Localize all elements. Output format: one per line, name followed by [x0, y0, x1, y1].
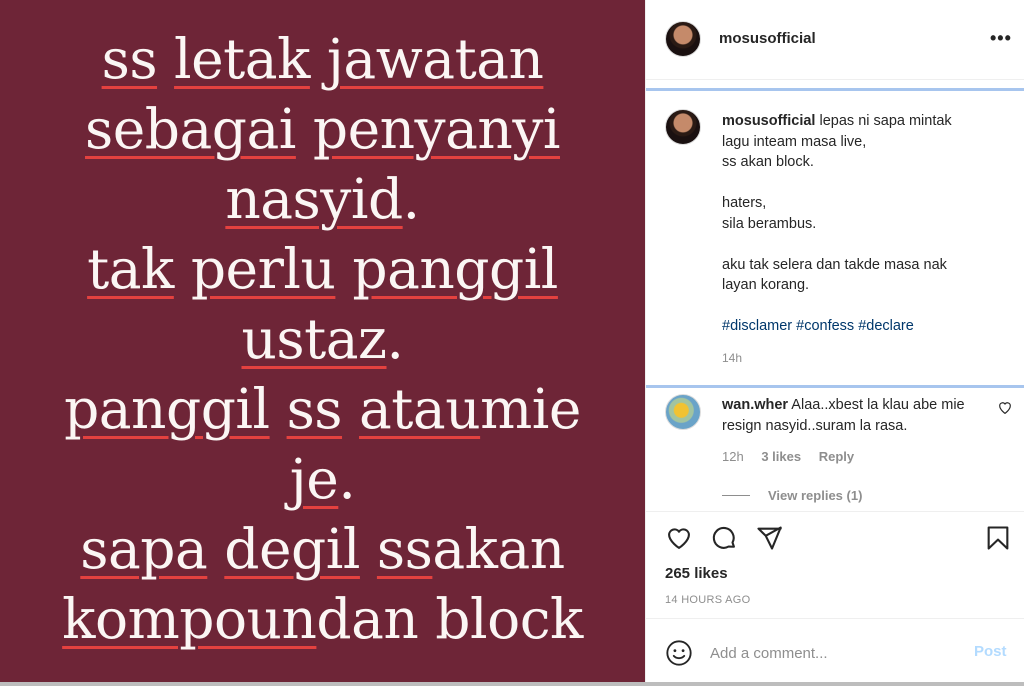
post-image-text: ss letak jawatan sebagai penyanyi nasyid. t…	[0, 24, 645, 654]
image-text-word: degil	[224, 517, 360, 581]
image-text-word: panggil	[352, 237, 558, 301]
image-text-line: panggil ss atau mie	[0, 374, 645, 444]
comment-avatar[interactable]	[665, 394, 701, 430]
image-text-line: kompoun dan block	[0, 584, 645, 654]
comment-like-heart-icon[interactable]	[998, 401, 1012, 417]
image-text-line: sebagai penyanyi	[0, 94, 645, 164]
image-text-word: je	[289, 447, 339, 511]
image-text-line: ss letak jawatan	[0, 24, 645, 94]
image-text-line: tak perlu panggil	[0, 234, 645, 304]
image-text-word: panggil	[64, 377, 270, 441]
like-heart-icon[interactable]	[665, 524, 693, 552]
comment-username[interactable]: wan.wher	[722, 397, 788, 413]
image-text-word	[157, 24, 174, 94]
image-text-word: jawatan	[326, 27, 544, 91]
image-text-line: sapa degil ss akan	[0, 514, 645, 584]
image-text-word: letak	[174, 27, 310, 91]
image-text-word	[207, 514, 224, 584]
image-text-word	[270, 374, 287, 444]
image-text-word	[296, 94, 313, 164]
header-username[interactable]: mosusofficial	[719, 30, 816, 47]
bookmark-icon[interactable]	[984, 524, 1012, 552]
comment-meta: 12h 3 likes Reply	[722, 449, 868, 464]
image-text-word: dan block	[316, 587, 583, 651]
image-text-word: .	[402, 167, 420, 231]
image-text-word: .	[338, 447, 356, 511]
image-text-word	[310, 24, 327, 94]
caption-hashtags[interactable]: #disclamer #confess #declare	[722, 318, 914, 334]
image-text-word: akan	[432, 517, 565, 581]
comment-likes-count[interactable]: 3 likes	[761, 449, 801, 464]
image-text-word: ustaz	[241, 307, 387, 371]
caption-timestamp: 14h	[722, 351, 743, 365]
avatar[interactable]	[665, 21, 701, 57]
image-text-word: penyanyi	[312, 97, 561, 161]
replies-dash	[722, 495, 750, 496]
caption-avatar[interactable]	[665, 109, 701, 145]
image-text-word: ss	[376, 517, 433, 581]
caption-text: mosusofficial lepas ni sapa mintak lagu …	[722, 111, 1012, 337]
image-text-word: tak	[87, 237, 174, 301]
image-text-word: atau	[359, 377, 481, 441]
view-replies-label[interactable]: View replies (1)	[768, 488, 862, 503]
comment-reply-button[interactable]: Reply	[819, 449, 854, 464]
post-actions	[646, 524, 1024, 564]
caption-line: haters,	[722, 195, 767, 211]
image-text-word: nasyid	[225, 167, 403, 231]
comment-bubble-icon[interactable]	[710, 524, 738, 552]
likes-count[interactable]: 265 likes	[665, 565, 728, 582]
image-text-word	[335, 234, 352, 304]
image-text-word: sebagai	[85, 97, 296, 161]
comment-timestamp: 12h	[722, 449, 744, 464]
image-text-line: je.	[0, 444, 645, 514]
image-text-line: ustaz.	[0, 304, 645, 374]
post-image[interactable]: ss letak jawatan sebagai penyanyi nasyid. t…	[0, 0, 645, 686]
caption-line: lagu inteam masa live,	[722, 133, 867, 150]
image-text-line: nasyid.	[0, 164, 645, 234]
image-text-word	[342, 374, 359, 444]
posted-timestamp: 14 HOURS AGO	[665, 594, 751, 606]
more-horizontal-icon[interactable]: •••	[990, 28, 1012, 49]
caption-line: sila berambus.	[722, 215, 817, 232]
image-text-word	[174, 234, 191, 304]
image-text-word: perlu	[190, 237, 336, 301]
caption-line: ss akan block.	[722, 154, 814, 170]
image-text-word	[360, 514, 377, 584]
add-comment-bar: Post	[646, 618, 1024, 684]
image-text-word: ss	[286, 377, 343, 441]
image-text-word: mie	[480, 377, 581, 441]
caption-username[interactable]: mosusofficial	[722, 113, 815, 129]
bottom-divider	[0, 682, 1024, 686]
caption-area: mosusofficial lepas ni sapa mintak lagu …	[646, 88, 1024, 388]
comment-text: wan.wher Alaa..xbest la klau abe mie res…	[722, 395, 992, 437]
post-comment-button[interactable]: Post	[974, 643, 1007, 660]
image-text-word: ss	[101, 27, 158, 91]
emoji-smile-icon[interactable]	[665, 639, 693, 667]
image-text-word: kompoun	[62, 587, 317, 651]
caption-line: layan korang.	[722, 277, 810, 293]
add-comment-input[interactable]	[710, 641, 960, 665]
image-text-word: .	[386, 307, 404, 371]
post-side-panel: mosusofficial ••• mosusofficial lepas ni…	[645, 0, 1024, 686]
post-header: mosusofficial •••	[646, 0, 1024, 80]
share-send-icon[interactable]	[755, 524, 783, 552]
image-text-word: sapa	[80, 517, 208, 581]
caption-line: lepas ni sapa mintak	[815, 113, 952, 129]
view-replies[interactable]: View replies (1)	[722, 488, 862, 503]
caption-line: aku tak selera dan takde masa nak	[722, 256, 947, 273]
comment-item: wan.wher Alaa..xbest la klau abe mie res…	[646, 390, 1024, 512]
